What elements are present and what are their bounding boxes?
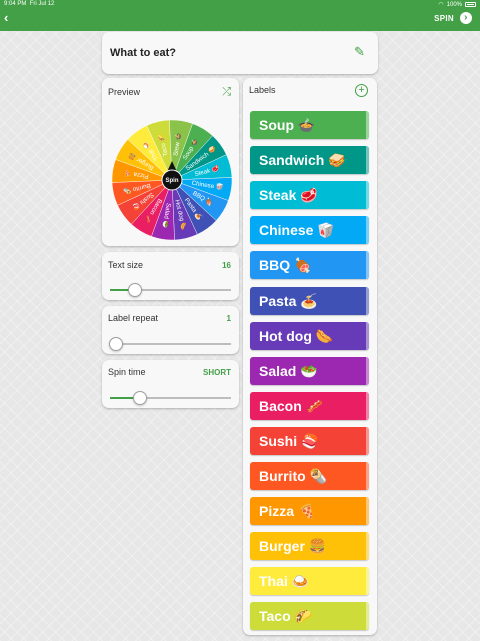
label-button-stripe — [366, 321, 369, 350]
wheel-title: What to eat? — [110, 47, 176, 59]
label-button-text: Pizza 🍕 — [259, 503, 316, 520]
spin-time-label: Spin time — [108, 367, 146, 377]
label-button[interactable]: Salad 🥗 — [250, 356, 369, 385]
shuffle-icon[interactable]: ⤮ — [222, 87, 231, 98]
label-button[interactable]: Pizza 🍕 — [250, 497, 369, 526]
label-button-stripe — [366, 251, 369, 280]
label-repeat-label: Label repeat — [108, 313, 159, 323]
label-button-stripe — [366, 602, 369, 631]
label-button-stripe — [366, 286, 369, 315]
label-button-stripe — [366, 356, 369, 385]
label-button[interactable]: Hot dog 🌭 — [250, 321, 369, 350]
spin-button-label: SPIN — [434, 13, 454, 23]
labels-card: Labels + Soup 🍲 Sandwich 🥪 Steak 🥩 Chinese … — [243, 78, 377, 635]
text-size-label: Text size — [108, 260, 144, 270]
spin-hub-label: Spin — [166, 178, 179, 184]
text-size-card: Text size 16 — [102, 252, 239, 300]
label-button[interactable]: Bacon 🥓 — [250, 391, 369, 420]
label-button-text: Soup 🍲 — [259, 117, 316, 133]
wheel-preview[interactable]: Soup 🍲Sandwich 🥪Steak 🥩Chinese 🥡BBQ 🍖Pas… — [108, 116, 236, 244]
label-button[interactable]: Taco 🌮 — [250, 602, 369, 631]
label-button-text: Taco 🌮 — [259, 608, 312, 625]
preview-label: Preview — [108, 87, 141, 97]
preview-card: Preview ⤮ Soup 🍲 Sandwich 🥪 Steak 🥩 Chinese… — [102, 78, 239, 246]
status-right: ◠ 100% — [438, 1, 476, 8]
label-button-text: Hot dog 🌭 — [259, 327, 334, 344]
label-button-stripe — [366, 426, 369, 455]
label-button-text: Steak 🥩 — [259, 187, 318, 204]
status-time: 9:04 PM — [4, 1, 27, 7]
label-button-text: Thai 🍛 — [259, 573, 310, 590]
label-button[interactable]: Sushi 🍣 — [250, 426, 369, 455]
label-button[interactable]: Sandwich 🥪 — [250, 146, 369, 175]
label-button-stripe — [366, 216, 369, 245]
label-button-stripe — [366, 567, 369, 596]
label-button-stripe — [366, 497, 369, 526]
label-button-text: Sushi 🍣 — [259, 432, 319, 449]
label-button-text: Salad 🥗 — [259, 362, 318, 379]
label-button-text: Chinese 🥡 — [259, 222, 335, 239]
label-button-stripe — [366, 111, 369, 139]
top-bar: 9:04 PM Fri Jul 12 ◠ 100% ‹ SPIN › — [0, 0, 480, 31]
spin-button[interactable]: SPIN › — [434, 12, 472, 24]
back-icon[interactable]: ‹ — [4, 11, 8, 25]
battery-percent: 100% — [446, 1, 462, 8]
label-button-stripe — [366, 181, 369, 210]
spin-time-slider-thumb[interactable] — [133, 391, 148, 405]
pencil-icon[interactable]: ✎ — [354, 45, 368, 59]
status-date: Fri Jul 12 — [29, 1, 55, 7]
label-repeat-slider-thumb[interactable] — [109, 337, 123, 351]
label-button[interactable]: Steak 🥩 — [250, 181, 369, 210]
text-size-slider-thumb[interactable] — [128, 283, 143, 297]
spin-time-value: SHORT — [203, 368, 231, 377]
label-repeat-value: 1 — [226, 314, 231, 323]
labels-title: Labels — [249, 85, 276, 95]
label-button[interactable]: Chinese 🥡 — [250, 216, 369, 245]
label-button-stripe — [366, 532, 369, 561]
arrow-right-circle-icon: › — [460, 12, 472, 24]
wifi-icon: ◠ — [438, 2, 444, 8]
label-button[interactable]: BBQ 🍖 — [250, 251, 369, 280]
label-button-text: BBQ 🍖 — [259, 257, 312, 274]
label-button[interactable]: Soup 🍲 — [250, 111, 369, 139]
plus-circle-icon[interactable]: + — [355, 84, 368, 97]
label-button-text: Burger 🍔 — [259, 538, 327, 555]
label-button[interactable]: Burger 🍔 — [250, 532, 369, 561]
label-button[interactable]: Burrito 🌯 — [250, 462, 369, 490]
spin-time-card: Spin time SHORT — [102, 360, 239, 408]
label-button-text: Bacon 🥓 — [259, 397, 324, 414]
label-button-text: Pasta 🍝 — [259, 292, 318, 309]
text-size-value: 16 — [222, 261, 231, 270]
label-button-stripe — [366, 146, 369, 175]
label-repeat-slider-track[interactable] — [110, 343, 231, 345]
label-button-stripe — [366, 462, 369, 490]
label-button[interactable]: Pasta 🍝 — [250, 286, 369, 315]
status-time-date: 9:04 PM Fri Jul 12 — [4, 1, 54, 7]
label-button-text: Burrito 🌯 — [259, 468, 327, 484]
label-button-text: Sandwich 🥪 — [259, 152, 346, 169]
label-button-stripe — [366, 391, 369, 420]
label-repeat-card: Label repeat 1 — [102, 306, 239, 354]
battery-icon — [465, 2, 476, 7]
wheel-title-card[interactable]: What to eat? ✎ — [102, 32, 378, 74]
spin-time-slider-track[interactable] — [110, 397, 231, 399]
label-button[interactable]: Thai 🍛 — [250, 567, 369, 596]
